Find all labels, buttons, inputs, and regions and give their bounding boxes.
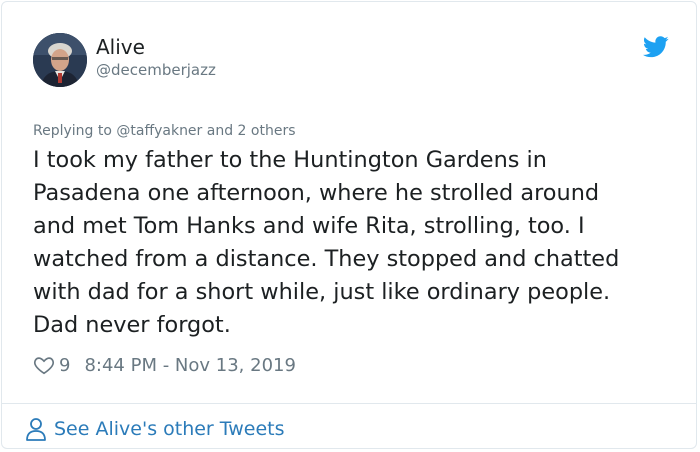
tweet-line: Pasadena one afternoon, where he strolle… — [33, 180, 600, 206]
tweet-text: I took my father to the Huntington Garde… — [33, 144, 678, 342]
tweet-card: Alive @decemberjazz Replying to @taffyak… — [1, 1, 697, 449]
tweet-line: and met Tom Hanks and wife Rita, strolli… — [33, 213, 585, 239]
tweet-meta: 9 8:44 PM - Nov 13, 2019 — [33, 352, 296, 378]
avatar[interactable] — [33, 33, 87, 87]
tweet-timestamp[interactable]: 8:44 PM - Nov 13, 2019 — [84, 355, 295, 376]
tweet-line: with dad for a short while, just like or… — [33, 279, 611, 305]
see-other-tweets-label: See Alive's other Tweets — [54, 418, 285, 440]
person-icon — [26, 418, 46, 441]
avatar-image — [33, 33, 87, 87]
divider — [2, 403, 696, 404]
tweet-line: I took my father to the Huntington Garde… — [33, 147, 547, 173]
tweet-line: Dad never forgot. — [33, 312, 231, 338]
user-name[interactable]: Alive — [96, 35, 145, 59]
replying-to[interactable]: Replying to @taffyakner and 2 others — [33, 121, 296, 141]
tweet-line: watched from a distance. They stopped an… — [33, 246, 620, 272]
heart-icon[interactable] — [33, 354, 55, 376]
tweet-header: Alive @decemberjazz — [2, 2, 696, 102]
twitter-bird-icon[interactable] — [643, 36, 669, 58]
like-count[interactable]: 9 — [59, 355, 70, 376]
user-handle[interactable]: @decemberjazz — [96, 60, 216, 80]
see-other-tweets-link[interactable]: See Alive's other Tweets — [24, 416, 285, 442]
